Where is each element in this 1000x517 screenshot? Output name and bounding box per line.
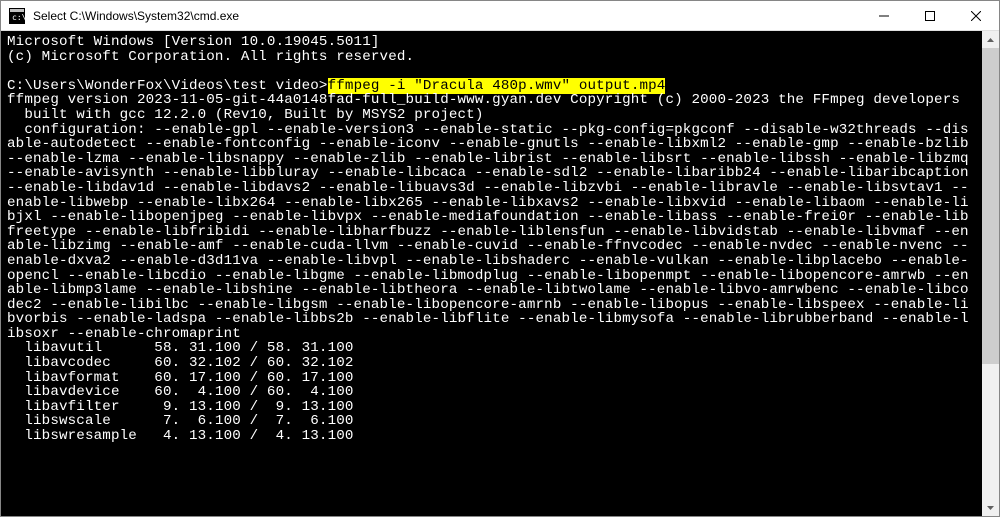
minimize-button[interactable] [861,1,907,30]
lib-row: libavutil 58. 31.100 / 58. 31.100 [7,340,354,356]
scroll-thumb[interactable] [982,48,999,364]
config-block: configuration: --enable-gpl --enable-ver… [7,122,977,342]
lib-row: libavfilter 9. 13.100 / 9. 13.100 [7,399,354,415]
lib-row: libavformat 60. 17.100 / 60. 17.100 [7,370,354,386]
ffmpeg-version-line: ffmpeg version 2023-11-05-git-44a0148fad… [7,92,960,108]
copyright-line: (c) Microsoft Corporation. All rights re… [7,49,414,65]
window-controls [861,1,999,30]
terminal-output[interactable]: Microsoft Windows [Version 10.0.19045.50… [1,31,982,516]
highlighted-command: ffmpeg -i "Dracula 480p.wmv" output.mp4 [328,78,666,94]
lib-row: libswresample 4. 13.100 / 4. 13.100 [7,428,354,444]
scroll-down-button[interactable] [982,499,999,516]
close-button[interactable] [953,1,999,30]
titlebar[interactable]: c:\ Select C:\Windows\System32\cmd.exe [1,1,999,31]
lib-row: libavdevice 60. 4.100 / 60. 4.100 [7,384,354,400]
vertical-scrollbar[interactable] [982,31,999,516]
terminal-area: Microsoft Windows [Version 10.0.19045.50… [1,31,999,516]
lib-row: libswscale 7. 6.100 / 7. 6.100 [7,413,354,429]
svg-text:c:\: c:\ [12,13,25,22]
window-title: Select C:\Windows\System32\cmd.exe [33,9,861,23]
cmd-icon: c:\ [9,8,25,24]
cmd-window: c:\ Select C:\Windows\System32\cmd.exe M… [0,0,1000,517]
os-line: Microsoft Windows [Version 10.0.19045.50… [7,34,380,50]
scroll-track[interactable] [982,48,999,499]
lib-row: libavcodec 60. 32.102 / 60. 32.102 [7,355,354,371]
maximize-button[interactable] [907,1,953,30]
built-with-line: built with gcc 12.2.0 (Rev10, Built by M… [7,107,484,123]
scroll-up-button[interactable] [982,31,999,48]
prompt-path: C:\Users\WonderFox\Videos\test video> [7,78,328,94]
